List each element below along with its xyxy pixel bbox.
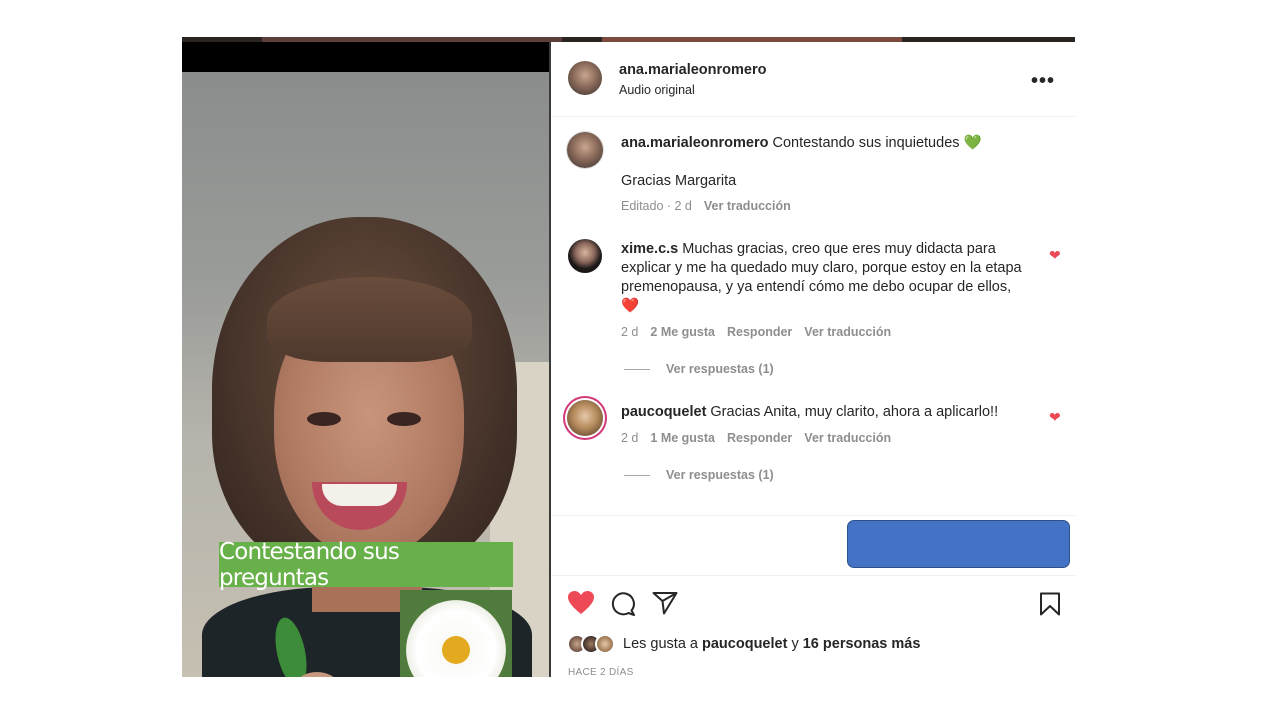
daisy-image [400, 590, 512, 677]
video-caption: Contestando sus preguntas [219, 539, 513, 591]
send-icon[interactable] [652, 591, 678, 615]
redaction-box [847, 520, 1070, 568]
comment-like-heart-icon[interactable]: ❤ [1049, 248, 1063, 262]
audio-label[interactable]: Audio original [619, 83, 695, 97]
comment-actions: 2 d 1 Me gusta Responder Ver traducción [621, 431, 891, 445]
comment-text: xime.c.s Muchas gracias, creo que eres mu… [621, 240, 1041, 316]
caption-text: ana.marialeonromero Contestando sus inqui… [621, 134, 1041, 153]
view-replies-label[interactable]: Ver respuestas (1) [666, 468, 774, 482]
caption-meta-row: Editado · 2 d Ver traducción [621, 199, 791, 213]
translate-link[interactable]: Ver traducción [804, 325, 891, 339]
comment-body: Gracias Anita, muy clarito, ahora a apli… [710, 404, 999, 420]
replies-dash [624, 474, 650, 476]
reply-button[interactable]: Responder [727, 431, 792, 445]
view-replies[interactable]: Ver respuestas (1) [624, 468, 774, 482]
view-replies[interactable]: Ver respuestas (1) [624, 362, 774, 376]
author-avatar[interactable] [568, 61, 602, 95]
heart-filled-icon[interactable] [567, 590, 595, 616]
actions-top-divider [551, 575, 1075, 576]
comment-like-count[interactable]: 1 Me gusta [650, 431, 715, 445]
header-divider [551, 116, 1075, 117]
bookmark-icon[interactable] [1039, 592, 1061, 616]
comment-avatar[interactable] [568, 239, 602, 273]
reel-video[interactable]: Contestando sus preguntas [182, 42, 550, 677]
likes-text: Les gusta a paucoquelet y 16 personas má… [623, 636, 920, 652]
comment-like-heart-icon[interactable]: ❤ [1049, 410, 1063, 424]
liker-avatar[interactable] [595, 634, 615, 654]
comment-username[interactable]: paucoquelet [621, 404, 706, 420]
view-replies-label[interactable]: Ver respuestas (1) [666, 362, 774, 376]
comment-icon[interactable] [610, 591, 636, 617]
caption-body: Contestando sus inquietudes [772, 135, 960, 151]
video-frame: Contestando sus preguntas [182, 72, 550, 677]
video-letterbox [182, 42, 550, 72]
caption-username[interactable]: ana.marialeonromero [621, 135, 768, 151]
caption-edited-time: Editado · 2 d [621, 199, 692, 213]
comment-time: 2 d [621, 431, 639, 445]
post-panel: ana.marialeonromero Audio original ••• a… [551, 42, 1075, 678]
author-username[interactable]: ana.marialeonromero [619, 62, 766, 78]
comments-bottom-divider [551, 515, 1075, 516]
green-heart-emoji: 💚 [963, 135, 982, 151]
comment-like-count[interactable]: 2 Me gusta [650, 325, 715, 339]
comment-text: paucoquelet Gracias Anita, muy clarito, a… [621, 403, 1041, 422]
caption-author-avatar[interactable] [567, 132, 603, 168]
comment-time: 2 d [621, 325, 639, 339]
caption-translate-link[interactable]: Ver traducción [704, 199, 791, 213]
red-heart-emoji: ❤️ [621, 298, 640, 314]
comment-actions: 2 d 2 Me gusta Responder Ver traducción [621, 325, 891, 339]
post-date[interactable]: HACE 2 DÍAS [568, 667, 634, 678]
more-horizontal-icon[interactable]: ••• [1031, 70, 1055, 93]
likes-user-link[interactable]: paucoquelet [702, 636, 787, 652]
translate-link[interactable]: Ver traducción [804, 431, 891, 445]
comment-body: Muchas gracias, creo que eres muy didact… [621, 241, 1022, 295]
caption-second-line: Gracias Margarita [621, 173, 737, 189]
likes-joiner: y [791, 636, 799, 652]
comment-avatar[interactable] [567, 400, 603, 436]
comment-username[interactable]: xime.c.s [621, 241, 678, 257]
replies-dash [624, 368, 650, 370]
likes-prefix: Les gusta a [623, 636, 698, 652]
likes-others-link[interactable]: 16 personas más [803, 636, 921, 652]
reply-button[interactable]: Responder [727, 325, 792, 339]
likes-summary: Les gusta a paucoquelet y 16 personas má… [567, 634, 920, 654]
